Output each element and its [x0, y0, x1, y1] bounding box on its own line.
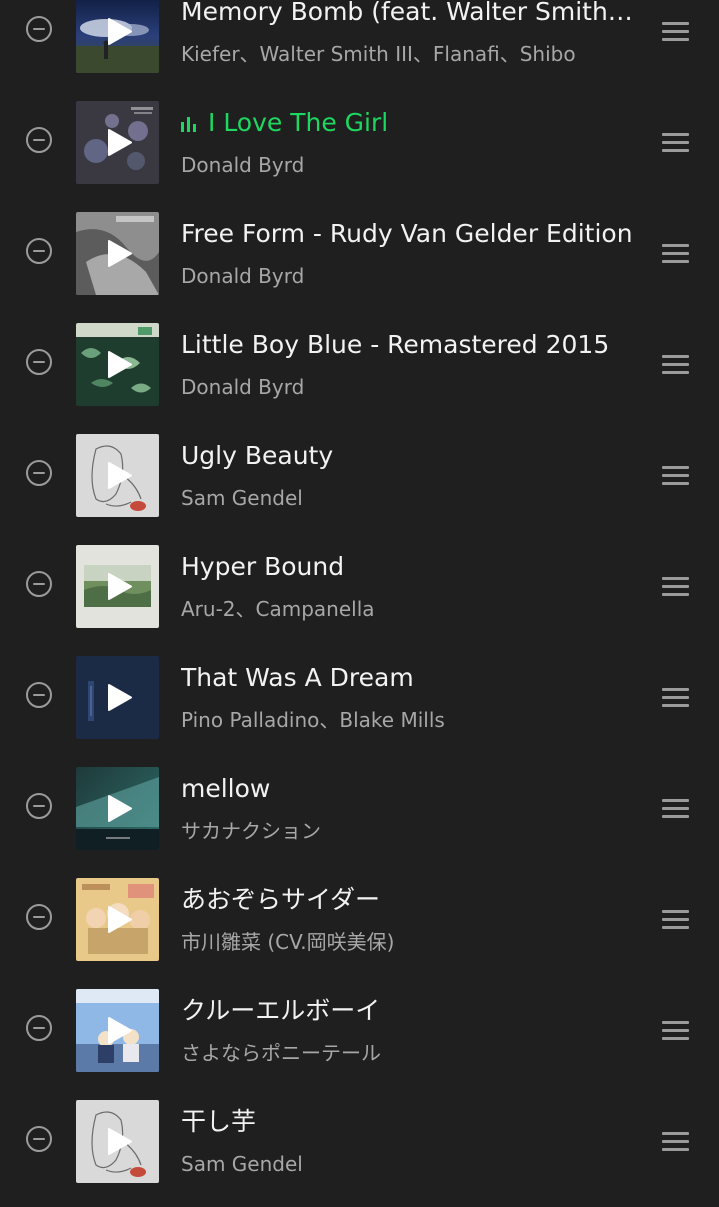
queue-track-row[interactable]: That Was A Dream Pino Palladino、Blake Mil…	[0, 652, 719, 763]
track-artist: Sam Gendel	[181, 1152, 303, 1176]
track-title-text: Free Form - Rudy Van Gelder Edition	[181, 219, 633, 248]
track-title-text: Hyper Bound	[181, 552, 345, 581]
queue-track-row[interactable]: Free Form - Rudy Van Gelder Edition Donal…	[0, 208, 719, 319]
minus-circle-icon[interactable]	[26, 238, 52, 264]
track-title-text: That Was A Dream	[181, 663, 414, 692]
track-artist: Donald Byrd	[181, 264, 305, 288]
album-art[interactable]	[76, 989, 159, 1072]
play-icon[interactable]	[107, 350, 133, 379]
album-art[interactable]	[76, 878, 159, 961]
track-title-text: あおぞらサイダー	[181, 885, 381, 914]
album-art[interactable]	[76, 101, 159, 184]
queue-track-row[interactable]: あおぞらサイダー市川雛菜 (CV.岡咲美保)	[0, 874, 719, 985]
play-icon[interactable]	[107, 794, 133, 823]
track-title-text: クルーエルボーイ	[181, 996, 381, 1025]
queue-track-row[interactable]: 干し芋 Sam Gendel	[0, 1096, 719, 1207]
queue-list: Memory Bomb (feat. Walter Smith III) [Re…	[0, 0, 719, 1200]
minus-circle-icon[interactable]	[26, 1126, 52, 1152]
track-title: Little Boy Blue - Remastered 2015	[181, 328, 636, 362]
track-artist: 市川雛菜 (CV.岡咲美保)	[181, 930, 395, 954]
album-art[interactable]	[76, 767, 159, 850]
minus-circle-icon[interactable]	[26, 127, 52, 153]
album-art[interactable]	[76, 1100, 159, 1183]
drag-handle-icon[interactable]	[662, 688, 689, 707]
drag-handle-icon[interactable]	[662, 1021, 689, 1040]
track-title: mellow	[181, 772, 636, 806]
play-icon[interactable]	[107, 461, 133, 490]
track-title-text: Memory Bomb (feat. Walter Smith III) [Re…	[181, 0, 636, 26]
track-title: 干し芋	[181, 1105, 636, 1139]
track-title: あおぞらサイダー	[181, 883, 636, 917]
drag-handle-icon[interactable]	[662, 799, 689, 818]
drag-handle-icon[interactable]	[662, 22, 689, 41]
track-title-text: Ugly Beauty	[181, 441, 334, 470]
track-artist: Donald Byrd	[181, 375, 305, 399]
album-art[interactable]	[76, 545, 159, 628]
drag-handle-icon[interactable]	[662, 355, 689, 374]
drag-handle-icon[interactable]	[662, 910, 689, 929]
queue-track-row[interactable]: クルーエルボーイさよならポニーテール	[0, 985, 719, 1096]
album-art[interactable]	[76, 434, 159, 517]
drag-handle-icon[interactable]	[662, 466, 689, 485]
track-artist: Kiefer、Walter Smith III、Flanafi、Shibo	[181, 42, 576, 66]
queue-track-row[interactable]: I Love The Girl Donald Byrd	[0, 97, 719, 208]
play-icon[interactable]	[107, 128, 133, 157]
track-title: Free Form - Rudy Van Gelder Edition	[181, 217, 636, 251]
queue-track-row[interactable]: Ugly Beauty Sam Gendel	[0, 430, 719, 541]
track-title-text: Little Boy Blue - Remastered 2015	[181, 330, 610, 359]
minus-circle-icon[interactable]	[26, 793, 52, 819]
minus-circle-icon[interactable]	[26, 571, 52, 597]
track-artist: さよならポニーテール	[181, 1041, 381, 1065]
track-title-text: I Love The Girl	[208, 108, 389, 137]
track-title: I Love The Girl	[181, 106, 636, 140]
track-artist: Pino Palladino、Blake Mills	[181, 708, 445, 732]
play-icon[interactable]	[107, 1127, 133, 1156]
minus-circle-icon[interactable]	[26, 16, 52, 42]
play-icon[interactable]	[107, 572, 133, 601]
drag-handle-icon[interactable]	[662, 244, 689, 263]
play-icon[interactable]	[107, 1016, 133, 1045]
queue-track-row[interactable]: Hyper Bound Aru-2、Campanella	[0, 541, 719, 652]
track-title-text: mellow	[181, 774, 271, 803]
minus-circle-icon[interactable]	[26, 1015, 52, 1041]
album-art[interactable]	[76, 656, 159, 739]
drag-handle-icon[interactable]	[662, 1132, 689, 1151]
play-icon[interactable]	[107, 905, 133, 934]
track-artist: Aru-2、Campanella	[181, 597, 375, 621]
minus-circle-icon[interactable]	[26, 682, 52, 708]
play-icon[interactable]	[107, 683, 133, 712]
track-artist: サカナクション	[181, 819, 321, 843]
minus-circle-icon[interactable]	[26, 349, 52, 375]
queue-track-row[interactable]: mellow サカナクション	[0, 763, 719, 874]
equalizer-icon	[181, 116, 201, 132]
track-title: Memory Bomb (feat. Walter Smith III) [Re…	[181, 0, 636, 29]
play-icon[interactable]	[107, 239, 133, 268]
play-icon[interactable]	[107, 17, 133, 46]
track-artist: Sam Gendel	[181, 486, 303, 510]
album-art[interactable]	[76, 0, 159, 73]
track-artist: Donald Byrd	[181, 153, 305, 177]
queue-track-row[interactable]: Memory Bomb (feat. Walter Smith III) [Re…	[0, 0, 719, 97]
album-art[interactable]	[76, 212, 159, 295]
track-title: Hyper Bound	[181, 550, 636, 584]
track-title-text: 干し芋	[181, 1107, 257, 1136]
track-title: クルーエルボーイ	[181, 994, 636, 1028]
minus-circle-icon[interactable]	[26, 904, 52, 930]
drag-handle-icon[interactable]	[662, 133, 689, 152]
track-title: Ugly Beauty	[181, 439, 636, 473]
drag-handle-icon[interactable]	[662, 577, 689, 596]
album-art[interactable]	[76, 323, 159, 406]
queue-track-row[interactable]: Little Boy Blue - Remastered 2015 Donald …	[0, 319, 719, 430]
minus-circle-icon[interactable]	[26, 460, 52, 486]
track-title: That Was A Dream	[181, 661, 636, 695]
